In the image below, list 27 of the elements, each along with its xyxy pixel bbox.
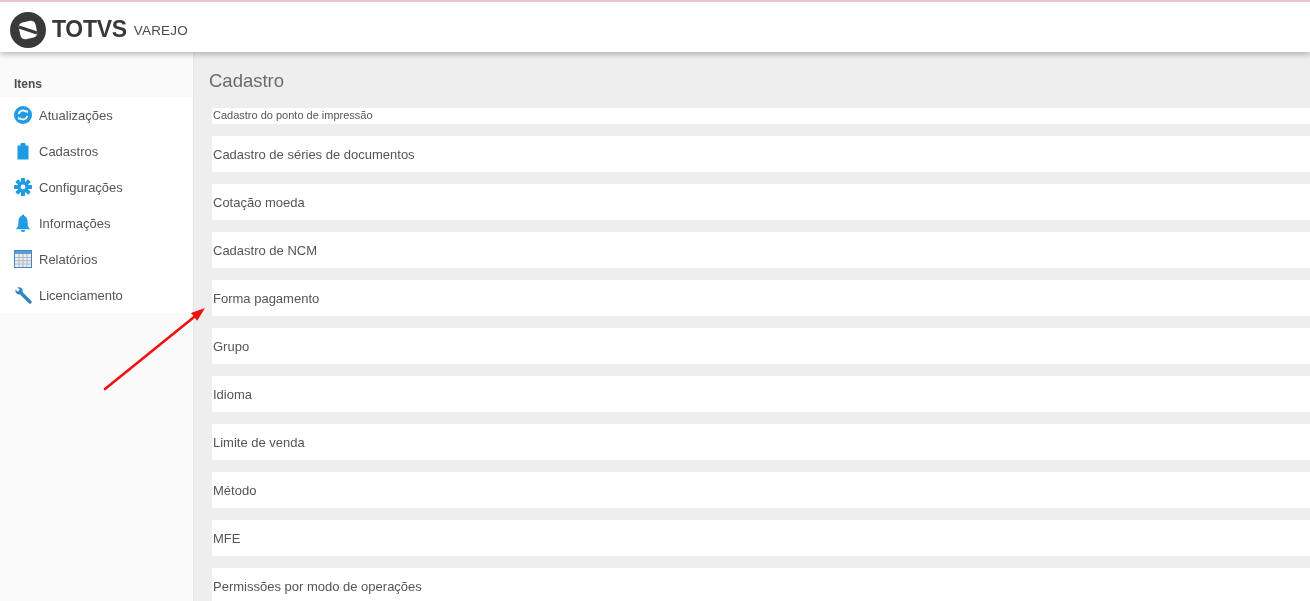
table-icon — [14, 250, 32, 268]
refresh-icon — [14, 106, 32, 124]
list-item[interactable]: Grupo — [212, 328, 1310, 364]
list-item[interactable]: Cadastro do ponto de impressão — [212, 108, 1310, 124]
logo-icon — [10, 12, 46, 48]
page-title: Cadastro — [209, 70, 285, 92]
list-item[interactable]: MFE — [212, 520, 1310, 556]
sidebar-item[interactable]: Atualizações — [0, 97, 193, 133]
product-name: VAREJO — [133, 22, 188, 38]
list-item[interactable]: Cadastro de NCM — [212, 232, 1310, 268]
sidebar-item[interactable]: Licenciamento — [0, 277, 193, 313]
sidebar-item[interactable]: Relatórios — [0, 241, 193, 277]
wrench-icon — [14, 286, 32, 304]
list-item[interactable]: Cadastro de séries de documentos — [212, 136, 1310, 172]
list-item[interactable]: Método — [212, 472, 1310, 508]
sidebar-item[interactable]: Informações — [0, 205, 193, 241]
sidebar-heading: Itens — [13, 76, 43, 93]
sidebar-item[interactable]: Configurações — [0, 169, 193, 205]
list-item[interactable]: Cotação moeda — [212, 184, 1310, 220]
list-item[interactable]: Idioma — [212, 376, 1310, 412]
list-item[interactable]: Permissões por modo de operações — [212, 568, 1310, 601]
sidebar-item[interactable]: Cadastros — [0, 133, 193, 169]
brand-name: TOTVS — [52, 15, 127, 43]
list-item[interactable]: Forma pagamento — [212, 280, 1310, 316]
list-item[interactable]: Limite de venda — [212, 424, 1310, 460]
bell-icon — [14, 214, 32, 232]
settings-icon — [14, 178, 32, 196]
